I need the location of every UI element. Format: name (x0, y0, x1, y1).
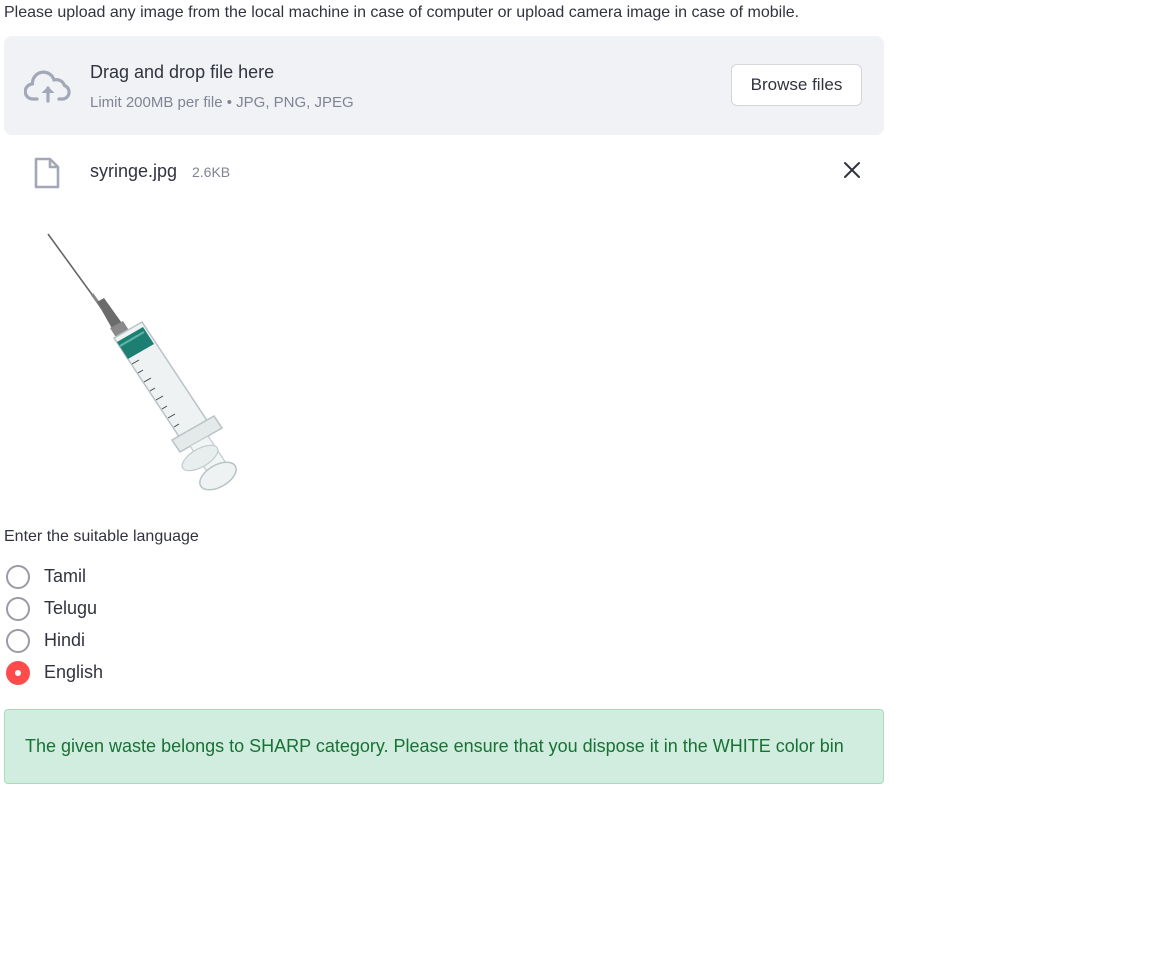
syringe-image (47, 233, 237, 491)
browse-files-button[interactable]: Browse files (731, 64, 862, 106)
file-name: syringe.jpg (90, 161, 178, 181)
radio-option-label: Tamil (44, 566, 87, 586)
radio-option-label: Telugu (44, 598, 98, 618)
radio-button[interactable] (6, 565, 30, 589)
radio-button-selected[interactable] (6, 661, 30, 685)
file-size: 2.6KB (192, 164, 231, 180)
dropzone-title: Drag and drop file here (90, 62, 275, 82)
radio-option-label: English (44, 662, 104, 682)
upload-prompt: Please upload any image from the local m… (4, 4, 800, 21)
language-radio-label: Enter the suitable language (4, 528, 199, 545)
file-icon (34, 157, 60, 189)
file-dropzone[interactable]: Drag and drop file here Limit 200MB per … (4, 36, 884, 135)
dropzone-limit-text: Limit 200MB per file • JPG, PNG, JPEG (90, 94, 354, 111)
result-message: The given waste belongs to SHARP categor… (25, 736, 844, 756)
radio-option-tamil[interactable]: Tamil (4, 563, 204, 593)
radio-option-label: Hindi (44, 630, 86, 650)
uploaded-file-row: syringe.jpg 2.6KB (4, 150, 884, 194)
radio-option-hindi[interactable]: Hindi (4, 627, 204, 657)
radio-button[interactable] (6, 629, 30, 653)
radio-button[interactable] (6, 597, 30, 621)
radio-option-telugu[interactable]: Telugu (4, 595, 204, 625)
radio-option-english[interactable]: English (4, 659, 204, 689)
cloud-upload-icon (24, 70, 71, 103)
close-icon[interactable] (842, 160, 862, 180)
success-alert: The given waste belongs to SHARP categor… (4, 709, 884, 784)
